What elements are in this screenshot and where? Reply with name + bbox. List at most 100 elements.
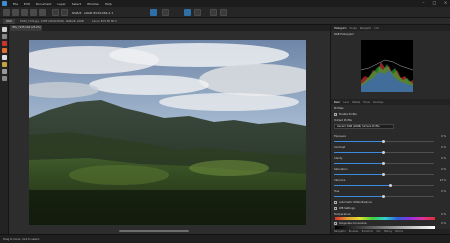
menu-window[interactable]: Window bbox=[87, 2, 99, 6]
wb-checkbox[interactable] bbox=[334, 207, 337, 210]
assistant-icon[interactable] bbox=[150, 9, 157, 16]
hue-label: Hue bbox=[334, 190, 340, 193]
menu-document[interactable]: Document bbox=[36, 2, 52, 6]
tab-lens[interactable]: Lens bbox=[343, 101, 349, 104]
tab-details[interactable]: Details bbox=[352, 101, 360, 104]
canvas-area[interactable] bbox=[9, 31, 330, 234]
overlay-paint-icon[interactable] bbox=[2, 55, 7, 60]
hue-spectrum-slider[interactable] bbox=[335, 217, 435, 220]
profiles-heading: Profiles bbox=[334, 107, 344, 110]
saturation-slider[interactable] bbox=[334, 173, 434, 176]
blemish-tool-icon[interactable] bbox=[2, 48, 7, 53]
greyscale-checkbox[interactable] bbox=[334, 222, 337, 225]
tab-transform[interactable]: Transform bbox=[361, 230, 373, 233]
output-profile-label: Output Profile bbox=[334, 119, 352, 122]
wb-label: WB Settings bbox=[339, 207, 355, 210]
enable-profile-label: Enable Profile bbox=[339, 113, 357, 116]
tab-scope[interactable]: Scope bbox=[349, 27, 356, 30]
view-tool-icon[interactable] bbox=[2, 27, 7, 32]
contrast-label: Contrast bbox=[334, 146, 346, 149]
app-logo-icon bbox=[2, 1, 7, 6]
tab-navigator-bottom[interactable]: Navigator bbox=[334, 230, 346, 233]
tab-basic[interactable]: Basic bbox=[334, 101, 340, 104]
exposure-value[interactable]: 0 % bbox=[441, 135, 446, 138]
clarity-label: Clarity bbox=[334, 157, 343, 160]
arrange-icon[interactable] bbox=[210, 9, 217, 16]
contrast-value[interactable]: 0 % bbox=[441, 146, 446, 149]
view-tool-icon[interactable] bbox=[52, 9, 59, 16]
snapping-icon[interactable] bbox=[162, 9, 169, 16]
profile-label: sRGB IEC61966-2.1 bbox=[84, 11, 114, 15]
overlay-erase-icon[interactable] bbox=[2, 62, 7, 67]
tab-navigator[interactable]: Navigator bbox=[360, 27, 372, 30]
auto-wb-label: Automatic White Balance bbox=[339, 201, 372, 204]
context-toolbar: RAW DCIM_7145.jpg, 13MP (4000x3000), RGB… bbox=[0, 18, 450, 25]
menu-select[interactable]: Select bbox=[72, 2, 81, 6]
tab-tones[interactable]: Tones bbox=[363, 101, 370, 104]
exposure-label: Exposure bbox=[334, 135, 347, 138]
tab-overlays[interactable]: Overlays bbox=[373, 101, 384, 104]
zoom-icon[interactable] bbox=[61, 9, 68, 16]
toolbar: RGB/8 sRGB IEC61966-2.1 bbox=[0, 7, 450, 18]
export-persona-icon[interactable] bbox=[39, 9, 46, 16]
tab-info[interactable]: Info bbox=[374, 27, 379, 30]
app-window: File Edit Document Layer Select Window H… bbox=[0, 0, 450, 243]
menu-help[interactable]: Help bbox=[105, 2, 112, 6]
document-info: DCIM_7145.jpg, 13MP (4000x3000), RGBA/8,… bbox=[20, 20, 84, 23]
horizontal-scrollbar[interactable] bbox=[119, 230, 189, 232]
auto-wb-checkbox[interactable] bbox=[334, 201, 337, 204]
tab-history[interactable]: History bbox=[384, 230, 393, 233]
camera-info: Canon EOS 5D Mk II bbox=[92, 20, 117, 23]
greyscale-value[interactable]: 0 % bbox=[441, 222, 446, 225]
landscape-photo bbox=[29, 40, 306, 225]
quick-mask-icon[interactable] bbox=[184, 9, 191, 16]
saturation-value[interactable]: 0 % bbox=[441, 168, 446, 171]
histogram-tabs: Histogram Scope Navigator Info bbox=[331, 25, 450, 31]
close-icon[interactable]: × bbox=[443, 1, 448, 5]
saturation-label: Saturation bbox=[334, 168, 348, 171]
develop-persona-icon[interactable] bbox=[21, 9, 28, 16]
right-panel: Histogram Scope Navigator Info RGB Histo… bbox=[330, 25, 450, 234]
menu-layer[interactable]: Layer bbox=[57, 2, 65, 6]
raw-badge: RAW bbox=[3, 19, 15, 24]
zoom-tool-icon[interactable] bbox=[2, 34, 7, 39]
wb-temp-value[interactable]: 0 % bbox=[441, 213, 446, 216]
menu-file[interactable]: File bbox=[13, 2, 18, 6]
white-balance-picker-icon[interactable] bbox=[2, 76, 7, 81]
profile-dropdown[interactable]: Generic RGB (sRGB) Camera Profile bbox=[334, 124, 394, 129]
menu-edit[interactable]: Edit bbox=[24, 2, 30, 6]
photo-persona-icon[interactable] bbox=[3, 9, 10, 16]
tab-blocks[interactable]: Blocks bbox=[395, 230, 403, 233]
hue-value[interactable]: 0 % bbox=[441, 190, 446, 193]
exposure-slider[interactable] bbox=[334, 140, 434, 143]
status-bar: Drag to move, click to select. bbox=[0, 234, 450, 243]
status-text: Drag to move, click to select. bbox=[3, 238, 40, 241]
boolean-icon[interactable] bbox=[220, 9, 227, 16]
contrast-slider[interactable] bbox=[334, 151, 434, 154]
histogram-mode-label: RGB Histogram bbox=[334, 33, 354, 36]
menu-bar: File Edit Document Layer Select Window H… bbox=[0, 0, 450, 7]
clarity-value[interactable]: 0 % bbox=[441, 157, 446, 160]
tab-histogram[interactable]: Histogram bbox=[334, 27, 346, 30]
align-icon[interactable] bbox=[194, 9, 201, 16]
maximize-icon[interactable]: □ bbox=[432, 1, 437, 5]
minimize-icon[interactable]: – bbox=[421, 1, 426, 5]
vibrance-label: Vibrance bbox=[334, 179, 346, 182]
wb-temp-label: Temperature bbox=[334, 213, 351, 216]
enable-profile-checkbox[interactable] bbox=[334, 113, 337, 116]
vibrance-value[interactable]: 13 % bbox=[440, 179, 446, 182]
tools-panel bbox=[0, 25, 9, 234]
histogram-display bbox=[361, 40, 413, 92]
develop-tabs: Basic Lens Details Tones Overlays bbox=[331, 99, 450, 105]
red-eye-tool-icon[interactable] bbox=[2, 41, 7, 46]
greyscale-label: Greyscale Conversion bbox=[339, 222, 368, 225]
overlay-gradient-icon[interactable] bbox=[2, 69, 7, 74]
clarity-slider[interactable] bbox=[334, 162, 434, 165]
hue-slider[interactable] bbox=[334, 195, 434, 198]
tab-brushes[interactable]: Brushes bbox=[349, 230, 359, 233]
tone-map-persona-icon[interactable] bbox=[30, 9, 37, 16]
vibrance-slider[interactable] bbox=[334, 184, 434, 187]
tab-info-bottom[interactable]: Info bbox=[376, 230, 381, 233]
liquify-persona-icon[interactable] bbox=[12, 9, 19, 16]
color-format-label: RGB/8 bbox=[72, 11, 82, 15]
